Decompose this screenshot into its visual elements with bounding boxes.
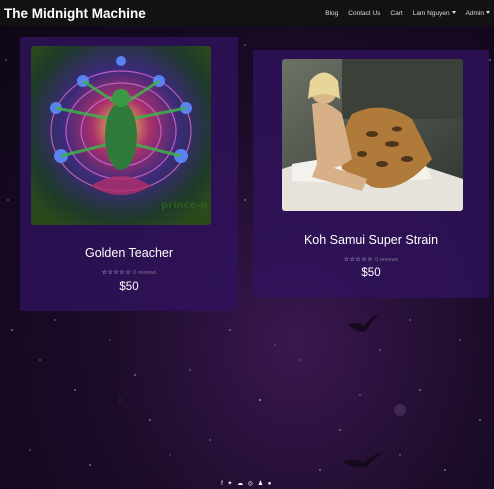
product-price: $50 (361, 267, 381, 279)
user-menu-label: Lam Nguyen (412, 9, 450, 17)
star-rating-icon: ☆☆☆☆☆ (101, 270, 132, 276)
site-brand[interactable]: The Midnight Machine (4, 6, 146, 21)
star-rating-icon: ☆☆☆☆☆ (343, 257, 374, 263)
review-count: 0 reviews (133, 270, 157, 276)
soundcloud-icon[interactable]: ☁ (237, 481, 245, 487)
nav-link-cart[interactable]: Cart (390, 10, 402, 17)
product-card[interactable]: Koh Samui Super Strain ☆☆☆☆☆ 0 reviews $5… (253, 50, 489, 298)
review-count: 0 reviews (375, 257, 399, 263)
psychedelic-artwork-image: prince-p (31, 46, 211, 225)
top-navbar: The Midnight Machine Blog Contact Us Car… (0, 0, 494, 26)
bird-silhouette (348, 313, 380, 332)
product-rating: ☆☆☆☆☆ 0 reviews (20, 269, 238, 276)
admin-menu-dropdown[interactable]: Admin (466, 10, 490, 17)
admin-menu-label: Admin (465, 9, 484, 17)
facebook-icon[interactable]: f (221, 481, 224, 487)
product-rating: ☆☆☆☆☆ 0 reviews (253, 256, 489, 263)
photo-image (282, 59, 463, 211)
product-title[interactable]: Koh Samui Super Strain (253, 233, 489, 247)
snapchat-icon[interactable]: ♟ (258, 481, 265, 487)
product-price: $50 (119, 281, 139, 293)
bird-silhouette-small (342, 452, 384, 468)
chevron-down-icon (486, 11, 490, 15)
product-title[interactable]: Golden Teacher (20, 246, 238, 260)
user-menu-dropdown[interactable]: Lam Nguyen (413, 10, 456, 17)
nav-links: Blog Contact Us Cart Lam Nguyen Admin (325, 10, 490, 17)
reddit-icon[interactable]: ● (268, 481, 273, 487)
image-watermark: prince-p (161, 200, 208, 211)
product-image[interactable]: prince-p (31, 46, 211, 225)
product-image[interactable] (282, 59, 463, 211)
social-links: f ✦ ☁ ◎ ♟ ● (0, 480, 494, 487)
nav-link-contact[interactable]: Contact Us (348, 10, 380, 17)
product-card[interactable]: prince-p Golden Teacher ☆☆☆☆☆ 0 reviews $… (20, 37, 238, 311)
twitter-icon[interactable]: ✦ (227, 481, 234, 487)
nav-link-blog[interactable]: Blog (325, 10, 338, 17)
instagram-icon[interactable]: ◎ (248, 481, 255, 487)
chevron-down-icon (451, 11, 456, 15)
